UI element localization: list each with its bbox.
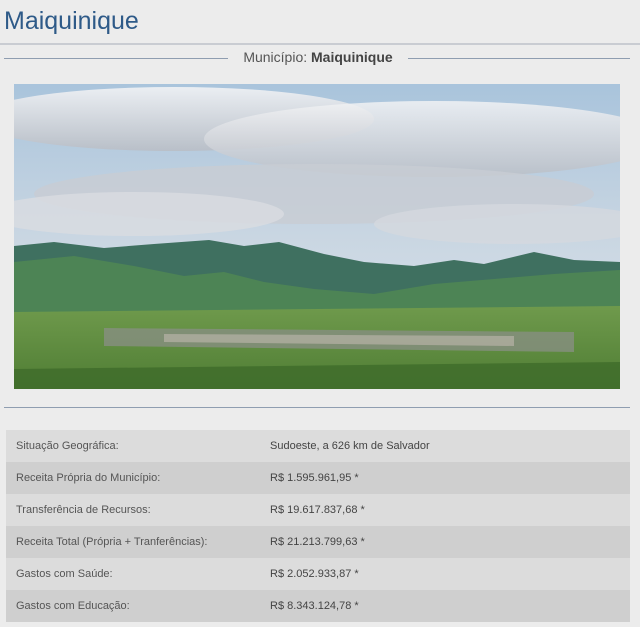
info-value: Sudoeste, a 626 km de Salvador: [270, 440, 430, 452]
landscape-photo: [14, 84, 620, 389]
info-label: Gastos com Educação:: [16, 600, 130, 612]
section-divider: [4, 407, 630, 408]
info-label: Situação Geográfica:: [16, 440, 119, 452]
info-row-receita-propria: Receita Própria do Município: R$ 1.595.9…: [6, 462, 630, 494]
heading-line-left: [4, 58, 228, 59]
info-label: Transferência de Recursos:: [16, 504, 151, 516]
municipality-name: Maiquinique: [311, 49, 393, 65]
page-title: Maiquinique: [4, 7, 139, 35]
info-row-gastos-saude: Gastos com Saúde: R$ 2.052.933,87 *: [6, 558, 630, 590]
info-row-receita-total: Receita Total (Própria + Tranferências):…: [6, 526, 630, 558]
info-label: Receita Própria do Município:: [16, 472, 161, 484]
info-table: Situação Geográfica: Sudoeste, a 626 km …: [6, 430, 630, 622]
info-value: R$ 21.213.799,63 *: [270, 536, 365, 548]
page: Maiquinique Município: Maiquinique Situa…: [0, 0, 640, 627]
info-label: Gastos com Saúde:: [16, 568, 113, 580]
municipality-heading: Município: Maiquinique: [0, 46, 640, 70]
municipality-label: Município:: [243, 49, 308, 65]
info-label: Receita Total (Própria + Tranferências):: [16, 536, 208, 548]
info-value: R$ 19.617.837,68 *: [270, 504, 365, 516]
info-value: R$ 8.343.124,78 *: [270, 600, 359, 612]
municipality-heading-text: Município: Maiquinique: [228, 49, 408, 65]
heading-line-right: [408, 58, 630, 59]
info-value: R$ 1.595.961,95 *: [270, 472, 359, 484]
info-row-transferencia: Transferência de Recursos: R$ 19.617.837…: [6, 494, 630, 526]
info-row-gastos-educacao: Gastos com Educação: R$ 8.343.124,78 *: [6, 590, 630, 622]
title-divider: [0, 43, 640, 45]
info-row-situacao: Situação Geográfica: Sudoeste, a 626 km …: [6, 430, 630, 462]
info-value: R$ 2.052.933,87 *: [270, 568, 359, 580]
